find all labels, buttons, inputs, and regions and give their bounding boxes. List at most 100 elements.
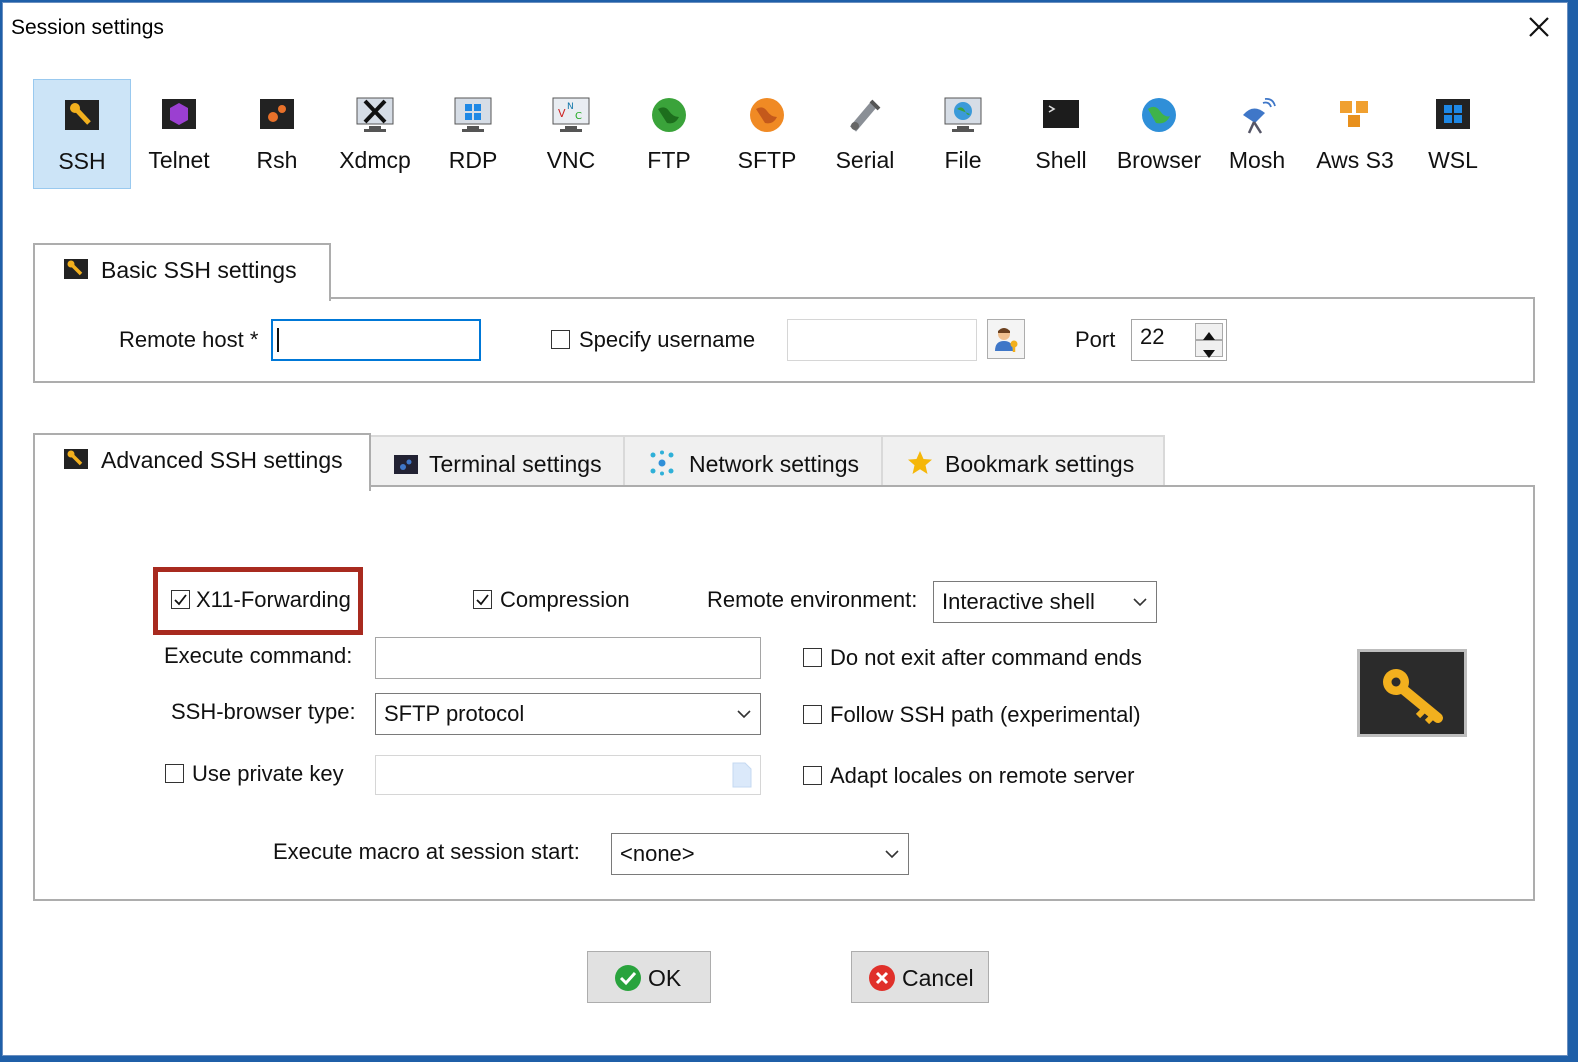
window-title: Session settings: [11, 16, 164, 39]
user-picker-button[interactable]: [987, 319, 1025, 359]
port-increment-button[interactable]: [1195, 323, 1223, 340]
tab-label: Basic SSH settings: [101, 257, 297, 283]
remote-environment-select[interactable]: Interactive shell: [933, 581, 1157, 623]
vnc-icon: V NC: [552, 97, 590, 132]
terminal-icon: [394, 455, 418, 474]
protocol-mosh[interactable]: Mosh: [1209, 79, 1305, 187]
use-private-key-checkbox[interactable]: [165, 764, 184, 783]
title-bar: Session settings: [3, 3, 1567, 47]
ssh-icon: [65, 100, 99, 130]
rsh-icon: [260, 99, 294, 129]
remote-host-input[interactable]: [271, 319, 481, 361]
protocol-label: WSL: [1428, 147, 1478, 173]
advanced-settings-panel: X11-Forwarding Compression Remote enviro…: [33, 485, 1535, 901]
protocol-telnet[interactable]: Telnet: [131, 79, 227, 187]
protocol-ssh[interactable]: SSH: [33, 79, 131, 189]
protocol-ftp[interactable]: FTP: [621, 79, 717, 187]
execute-command-input[interactable]: [375, 637, 761, 679]
ssh-browser-type-value: SFTP protocol: [384, 701, 525, 726]
specify-username-label: Specify username: [579, 327, 756, 352]
mosh-icon: [1243, 97, 1276, 134]
serial-icon: [849, 99, 881, 132]
sftp-icon: [750, 98, 784, 132]
protocol-vnc[interactable]: VNC VNC: [523, 79, 619, 187]
x11-forwarding-label: X11-Forwarding: [196, 587, 351, 612]
wrench-icon: [64, 449, 88, 469]
close-icon: [1529, 17, 1549, 37]
private-key-input[interactable]: [375, 755, 761, 795]
aws-s3-icon: [1340, 101, 1368, 127]
tab-label: Bookmark settings: [945, 451, 1135, 477]
arrow-down-icon: [1203, 350, 1215, 358]
compression-checkbox[interactable]: [473, 590, 492, 609]
wsl-icon: [1436, 99, 1470, 129]
protocol-shell[interactable]: Shell: [1013, 79, 1109, 187]
ssh-browser-type-select[interactable]: SFTP protocol: [375, 693, 761, 735]
do-not-exit-label: Do not exit after command ends: [830, 645, 1142, 670]
text-cursor: [277, 328, 279, 352]
tab-terminal-settings[interactable]: Terminal settings: [367, 435, 627, 487]
tab-network-settings[interactable]: Network settings: [623, 435, 885, 487]
file-icon: [944, 97, 982, 132]
cancel-label: Cancel: [902, 965, 974, 991]
close-button[interactable]: [1523, 11, 1555, 43]
user-key-icon: [995, 328, 1018, 352]
protocol-sftp[interactable]: SFTP: [719, 79, 815, 187]
protocol-xdmcp[interactable]: Xdmcp: [327, 79, 423, 187]
chevron-down-icon: [737, 710, 751, 719]
execute-macro-select[interactable]: <none>: [611, 833, 909, 875]
adapt-locales-label: Adapt locales on remote server: [830, 763, 1135, 788]
adapt-locales-checkbox[interactable]: [803, 766, 822, 785]
tab-basic-ssh-settings[interactable]: Basic SSH settings: [33, 243, 331, 301]
key-icon: [1383, 669, 1443, 725]
telnet-icon: [162, 99, 196, 129]
tab-advanced-ssh-settings[interactable]: Advanced SSH settings: [33, 433, 371, 491]
protocol-browser[interactable]: Browser: [1111, 79, 1207, 187]
ok-button[interactable]: OK: [587, 951, 711, 1003]
svg-text:N: N: [567, 102, 574, 112]
do-not-exit-checkbox[interactable]: [803, 648, 822, 667]
cancel-circle-icon: [869, 965, 895, 991]
protocol-aws-s3[interactable]: Aws S3: [1307, 79, 1403, 187]
xdmcp-icon: [356, 97, 394, 132]
remote-environment-label: Remote environment:: [707, 587, 918, 612]
svg-text:C: C: [575, 111, 582, 122]
tab-label: Advanced SSH settings: [101, 447, 343, 473]
protocol-serial[interactable]: Serial: [817, 79, 913, 187]
remote-environment-value: Interactive shell: [942, 589, 1095, 614]
x11-forwarding-checkbox[interactable]: [171, 590, 190, 609]
rdp-icon: [454, 97, 492, 132]
tab-bookmark-settings[interactable]: Bookmark settings: [881, 435, 1165, 487]
port-decrement-button[interactable]: [1195, 340, 1223, 358]
specify-username-checkbox[interactable]: [551, 330, 570, 349]
cancel-button[interactable]: Cancel: [851, 951, 989, 1003]
network-icon: [650, 450, 674, 476]
protocol-file[interactable]: File: [915, 79, 1011, 187]
svg-text:V: V: [558, 107, 566, 120]
wrench-icon: [64, 259, 88, 279]
protocol-rsh[interactable]: Rsh: [229, 79, 325, 187]
ssh-browser-type-label: SSH-browser type:: [171, 699, 356, 724]
follow-ssh-path-checkbox[interactable]: [803, 705, 822, 724]
chevron-down-icon: [885, 850, 899, 859]
port-input[interactable]: 22: [1131, 319, 1227, 361]
protocol-rdp[interactable]: RDP: [425, 79, 521, 187]
basic-settings-panel: Remote host * Specify username Port 22: [33, 297, 1535, 383]
checkmark-icon: [476, 594, 489, 606]
port-value: 22: [1140, 324, 1165, 349]
ftp-icon: [652, 98, 686, 132]
port-label: Port: [1075, 327, 1116, 352]
remote-host-label: Remote host *: [119, 327, 259, 352]
session-settings-dialog: Session settings SSH Telnet Rsh Xdmcp RD…: [2, 2, 1568, 1056]
protocol-wsl[interactable]: WSL: [1405, 79, 1501, 187]
check-circle-icon: [615, 965, 641, 991]
use-private-key-label: Use private key: [192, 761, 344, 786]
compression-label: Compression: [500, 587, 630, 612]
shell-icon: [1043, 100, 1079, 128]
file-browse-icon[interactable]: [732, 762, 752, 788]
browser-icon: [1142, 98, 1176, 132]
chevron-down-icon: [1133, 598, 1147, 607]
username-input[interactable]: [787, 319, 977, 361]
follow-ssh-path-label: Follow SSH path (experimental): [830, 702, 1141, 727]
tab-label: Terminal settings: [429, 451, 602, 477]
